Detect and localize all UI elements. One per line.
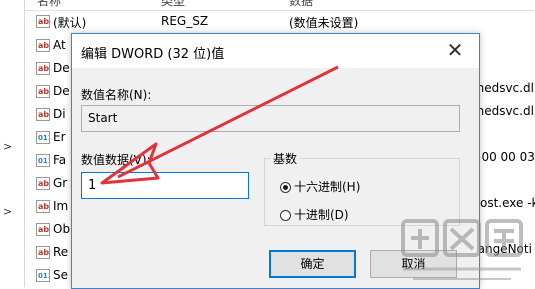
value-name: Fa	[53, 153, 67, 167]
string-value-icon: ab	[36, 62, 50, 75]
tree-expand-marker[interactable]: >	[3, 205, 12, 218]
dialog-title: 编辑 DWORD (32 位)值	[81, 47, 225, 62]
string-value-icon: ab	[36, 108, 50, 121]
value-name: Di	[53, 107, 66, 121]
column-header: 名称 类型 数据	[25, 0, 535, 11]
binary-value-icon: 011	[36, 269, 50, 282]
base-group-label: 基数	[270, 150, 301, 167]
dialog-title-bar[interactable]: 编辑 DWORD (32 位)值 ✕	[72, 34, 479, 68]
radio-unselected-icon	[280, 210, 291, 221]
string-value-icon: ab	[36, 223, 50, 236]
value-name-label: 数值名称(N):	[81, 88, 152, 102]
string-value-icon: ab	[36, 15, 50, 28]
watermark-logo	[401, 219, 523, 280]
string-value-icon: ab	[36, 85, 50, 98]
value-name: De	[53, 84, 70, 98]
value-type: REG_SZ	[161, 14, 209, 28]
value-data-input[interactable]: 1	[81, 172, 249, 199]
value-name: Re	[53, 245, 69, 259]
value-data-label: 数值数据(V):	[81, 153, 151, 167]
ok-button[interactable]: 确定	[269, 250, 356, 278]
tree-expand-marker[interactable]: >	[3, 140, 12, 153]
value-name: Er	[53, 130, 66, 144]
hex-radio[interactable]: 十六进制(H)	[280, 178, 360, 195]
column-data-header[interactable]: 数据	[289, 0, 313, 9]
value-name-field: Start	[81, 105, 460, 132]
decimal-label: 十进制(D)	[294, 208, 349, 222]
string-value-icon: ab	[36, 200, 50, 213]
value-name: Ob	[53, 222, 71, 236]
string-value-icon: ab	[36, 177, 50, 190]
binary-value-icon: 011	[36, 154, 50, 167]
decimal-radio[interactable]: 十进制(D)	[280, 206, 349, 223]
value-name: Im	[53, 199, 69, 213]
value-data: ost.exe -k	[480, 196, 535, 210]
binary-value-icon: 011	[36, 131, 50, 144]
radio-selected-icon	[280, 182, 291, 193]
string-value-icon: ab	[36, 246, 50, 259]
string-value-icon: ab	[36, 39, 50, 52]
value-name: Gr	[53, 176, 68, 190]
value-data: (数值未设置)	[289, 16, 359, 30]
close-icon[interactable]: ✕	[443, 39, 467, 63]
registry-row[interactable]: ab (默认) REG_SZ (数值未设置)	[36, 11, 535, 34]
value-name: Se	[53, 268, 68, 282]
tree-pane: > >	[0, 0, 25, 287]
column-name-header[interactable]: 名称	[37, 0, 61, 9]
value-name: De	[53, 61, 70, 75]
hex-label: 十六进制(H)	[294, 180, 361, 194]
value-name: At	[53, 38, 66, 52]
value-name: (默认)	[53, 16, 87, 30]
column-type-header[interactable]: 类型	[161, 0, 185, 9]
